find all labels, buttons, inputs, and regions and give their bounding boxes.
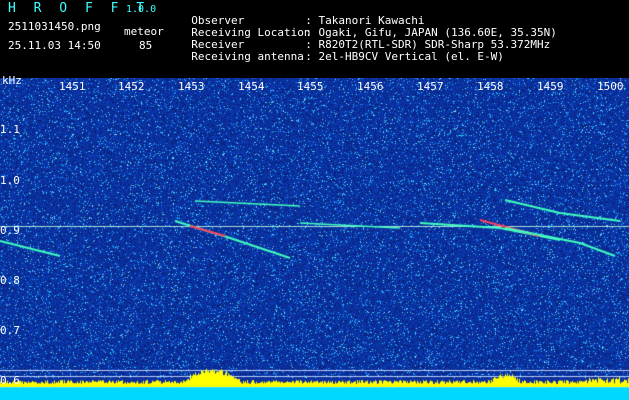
file-name: 2511031450.png — [8, 20, 101, 33]
date-time: 25.11.03 14:50 — [8, 39, 101, 52]
y-tick-label: 0.6 — [0, 374, 20, 387]
x-tick-label: 1459 — [537, 80, 564, 93]
x-tick-label: 1500 — [597, 80, 624, 93]
y-tick-label: 1.1 — [0, 123, 20, 136]
x-tick-label: 1451 — [59, 80, 86, 93]
y-tick-label: 0.7 — [0, 324, 20, 337]
x-tick-label: 1456 — [357, 80, 384, 93]
x-tick-label: 1457 — [417, 80, 444, 93]
x-tick-label: 1458 — [477, 80, 504, 93]
y-tick-label: 0.9 — [0, 224, 20, 237]
spectrogram-canvas — [0, 78, 629, 400]
x-tick-label: 1455 — [297, 80, 324, 93]
x-tick-label: 1453 — [178, 80, 205, 93]
info-value: : 2el-HB9CV Vertical (el. E-W) — [305, 50, 504, 63]
y-axis-unit: kHz — [2, 74, 22, 87]
app-version: 1.0.0 — [126, 4, 157, 15]
mode-count: 85 — [139, 39, 153, 52]
mode-label: meteor — [124, 25, 164, 38]
y-tick-label: 1.0 — [0, 174, 20, 187]
y-tick-label: 0.8 — [0, 274, 20, 287]
x-tick-label: 1452 — [118, 80, 145, 93]
info-row-antenna: Receiving antenna: 2el-HB9CV Vertical (e… — [178, 40, 504, 62]
x-tick-label: 1454 — [238, 80, 265, 93]
info-key: Receiving antenna — [191, 50, 304, 63]
